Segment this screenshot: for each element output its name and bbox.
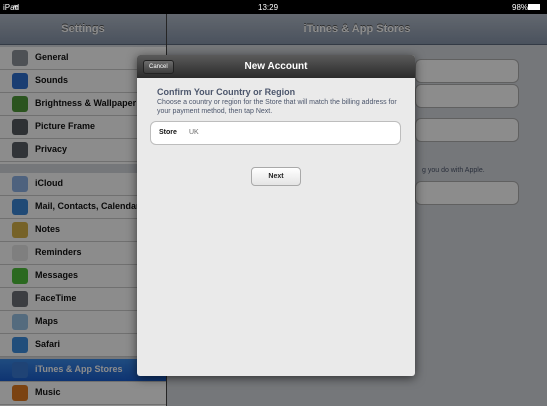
battery-percent: 98% [512, 3, 529, 12]
clock: 13:29 [258, 3, 279, 12]
new-account-dialog: New Account Cancel Confirm Your Country … [137, 55, 415, 376]
wifi-icon: ≋ [13, 4, 19, 11]
confirm-description: Choose a country or region for the Store… [157, 99, 397, 115]
store-label: Store [159, 129, 177, 136]
status-bar: iPad ≋ 13:29 98% [0, 0, 547, 14]
dialog-title: New Account [244, 61, 308, 72]
store-value: UK [189, 129, 199, 136]
store-selector[interactable]: Store UK [150, 121, 401, 145]
battery-icon [528, 4, 540, 10]
dialog-titlebar: New Account [137, 55, 415, 78]
cancel-button[interactable]: Cancel [143, 60, 174, 74]
confirm-heading: Confirm Your Country or Region [157, 87, 296, 97]
next-button[interactable]: Next [251, 167, 301, 186]
